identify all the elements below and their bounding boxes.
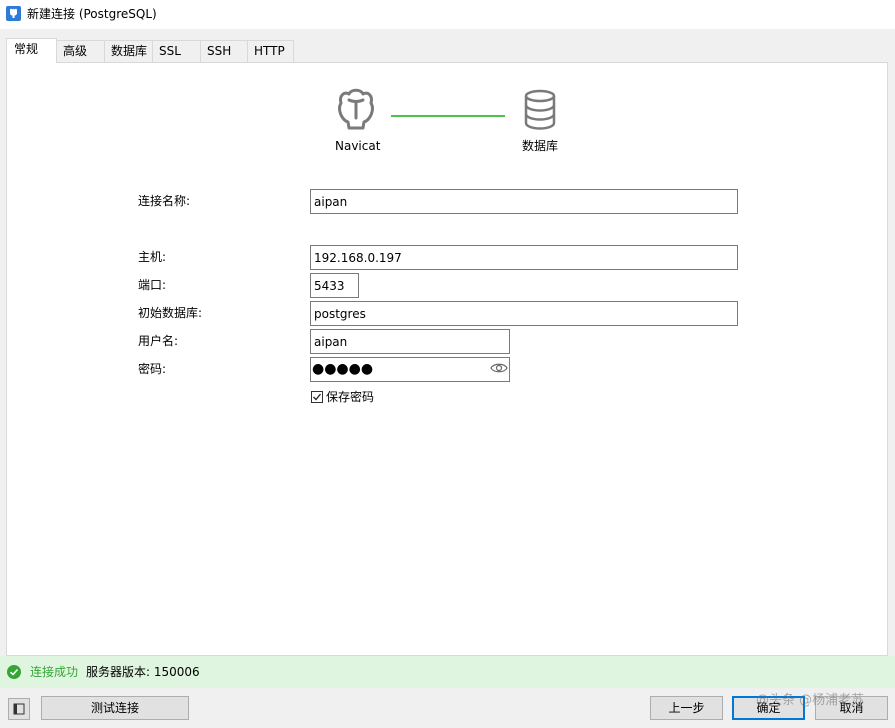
initial-database-label: 初始数据库: [138, 306, 203, 320]
cancel-button[interactable]: 取消 [815, 696, 888, 720]
connection-name-input[interactable] [310, 189, 738, 214]
database-label: 数据库 [522, 139, 559, 153]
host-label: 主机: [138, 250, 167, 264]
password-label: 密码: [138, 362, 167, 376]
title-bar: 新建连接 (PostgreSQL) [0, 0, 895, 29]
port-label: 端口: [138, 278, 167, 292]
tab-database[interactable]: 数据库 [104, 40, 153, 62]
password-mask: ●●●●● [312, 361, 374, 377]
username-label: 用户名: [138, 334, 179, 348]
test-connection-button[interactable]: 测试连接 [41, 696, 189, 720]
sidebar-toggle-icon [13, 703, 25, 715]
connection-flow-line [391, 115, 505, 117]
host-input[interactable] [310, 245, 738, 270]
ok-button[interactable]: 确定 [732, 696, 805, 720]
window-title: 新建连接 (PostgreSQL) [27, 7, 157, 21]
database-icon [524, 89, 556, 130]
connection-success-text: 连接成功 [30, 665, 79, 679]
show-password-eye-icon[interactable] [490, 361, 508, 375]
panel-toggle-button[interactable] [8, 698, 30, 720]
server-version-text: 服务器版本: 150006 [86, 665, 200, 679]
username-input[interactable] [310, 329, 510, 354]
tab-advanced[interactable]: 高级 [56, 40, 105, 62]
tab-ssh[interactable]: SSH [200, 40, 248, 62]
checkmark-icon [313, 393, 322, 401]
tab-bar: 常规 高级 数据库 SSL SSH HTTP [6, 38, 890, 63]
tab-general[interactable]: 常规 [6, 38, 57, 63]
save-password-label: 保存密码 [326, 390, 375, 404]
navicat-label: Navicat [335, 139, 381, 153]
save-password-checkbox[interactable] [311, 391, 323, 403]
tab-http[interactable]: HTTP [247, 40, 294, 62]
port-input[interactable] [310, 273, 359, 298]
navicat-app-icon [6, 6, 21, 21]
success-check-icon [7, 665, 21, 679]
tab-ssl[interactable]: SSL [152, 40, 201, 62]
initial-database-input[interactable] [310, 301, 738, 326]
navicat-seal-icon [338, 88, 374, 130]
previous-button[interactable]: 上一步 [650, 696, 723, 720]
connection-name-label: 连接名称: [138, 194, 191, 208]
